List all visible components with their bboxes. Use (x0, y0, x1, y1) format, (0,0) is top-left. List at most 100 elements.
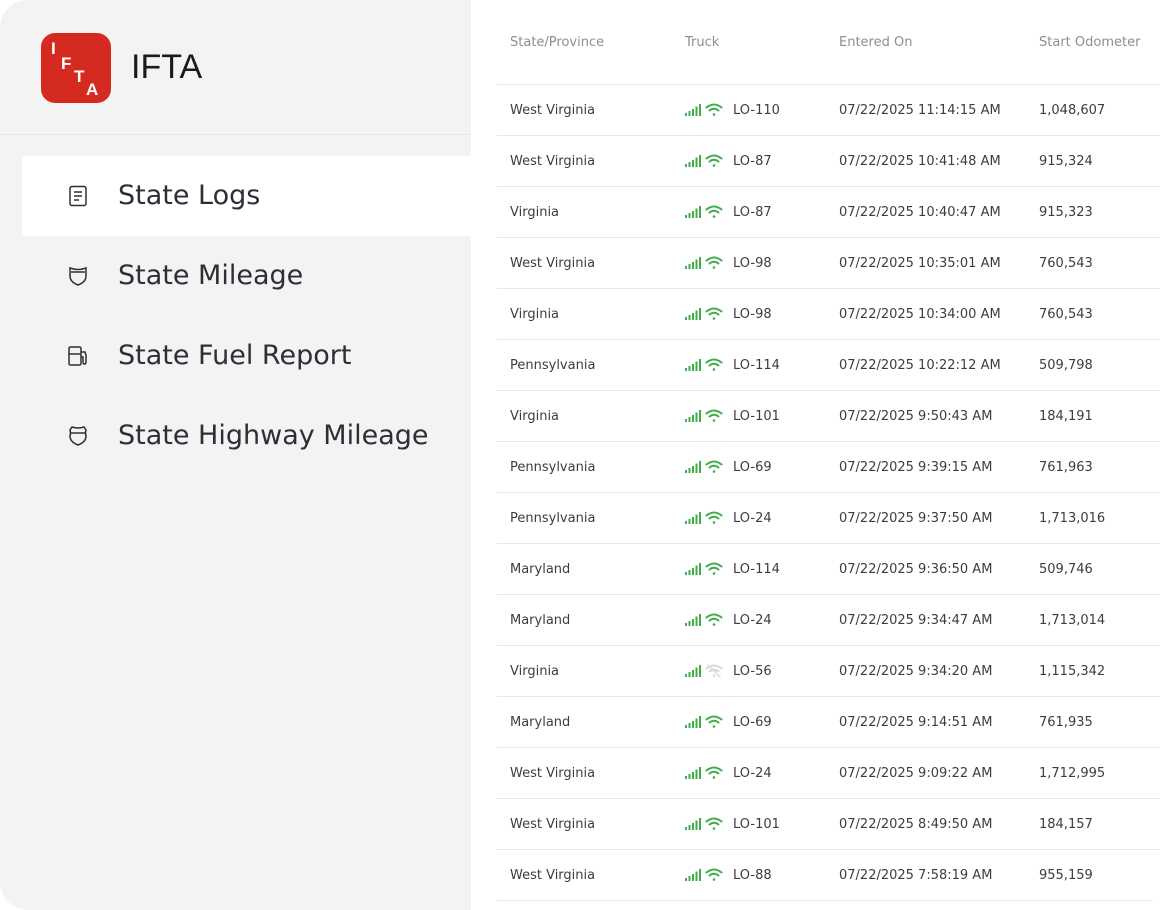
table-row[interactable]: West Virginia LO-98 07/22/2025 10:35:01 AM… (497, 237, 1160, 289)
signal-strength-icon (685, 614, 701, 626)
truck-id[interactable]: LO-56 (733, 664, 772, 679)
table-row[interactable]: Maryland LO-69 07/22/2025 9:14:51 AM 761,93… (497, 696, 1160, 748)
cell-start-odometer: 760,543 (1026, 237, 1160, 289)
cell-entered-on: 07/22/2025 9:14:51 AM (826, 696, 1026, 748)
table-row[interactable]: West Virginia LO-101 07/22/2025 8:49:50 AM… (497, 798, 1160, 850)
truck-id[interactable]: LO-87 (733, 154, 772, 169)
wifi-icon (705, 103, 723, 116)
table-row[interactable]: Maryland LO-114 07/22/2025 9:36:50 AM 509,7… (497, 543, 1160, 595)
cell-state: Pennsylvania (497, 492, 672, 544)
table-row[interactable]: Pennsylvania LO-24 07/22/2025 9:37:50 AM 1,… (497, 492, 1160, 544)
truck-id[interactable]: LO-69 (733, 715, 772, 730)
truck-id[interactable]: LO-88 (733, 868, 772, 883)
truck-id[interactable]: LO-114 (733, 358, 780, 373)
truck-id[interactable]: LO-87 (733, 205, 772, 220)
cell-truck: LO-87 (672, 135, 826, 187)
sidebar-item-state-mileage[interactable]: State Mileage (22, 236, 471, 316)
sidebar: I F T A IFTA State Logs State Mileage St… (0, 0, 471, 910)
signal-strength-icon (685, 104, 701, 116)
cell-start-odometer: 1,115,342 (1026, 645, 1160, 697)
signal-strength-icon (685, 512, 701, 524)
wifi-icon (705, 817, 723, 830)
cell-entered-on: 07/22/2025 9:39:15 AM (826, 441, 1026, 493)
table-row[interactable]: Maryland LO-24 07/22/2025 9:34:47 AM 1,713,… (497, 594, 1160, 646)
wifi-icon (705, 460, 723, 473)
logo-letter: T (74, 67, 85, 86)
cell-state: West Virginia (497, 798, 672, 850)
wifi-icon (705, 766, 723, 779)
cell-entered-on: 07/22/2025 7:58:19 AM (826, 849, 1026, 901)
wifi-icon (705, 358, 723, 371)
highway-shield-icon (69, 426, 87, 446)
state-logs-table: State/Province Truck Entered On Start Od… (497, 0, 1160, 901)
signal-strength-icon (685, 767, 701, 779)
truck-id[interactable]: LO-101 (733, 409, 780, 424)
truck-id[interactable]: LO-98 (733, 307, 772, 322)
table-row[interactable]: Virginia LO-56 07/22/2025 9:34:20 AM 1,115,… (497, 645, 1160, 697)
signal-strength-icon (685, 818, 701, 830)
app-title: IFTA (131, 48, 203, 86)
table-row[interactable]: Virginia LO-101 07/22/2025 9:50:43 AM 184,1… (497, 390, 1160, 442)
table-row[interactable]: West Virginia LO-88 07/22/2025 7:58:19 AM 9… (497, 849, 1160, 901)
truck-id[interactable]: LO-24 (733, 511, 772, 526)
shield-icon (69, 266, 87, 286)
column-header-state[interactable]: State/Province (497, 0, 672, 85)
signal-strength-icon (685, 665, 701, 677)
sidebar-nav: State Logs State Mileage State Fuel Repo… (22, 156, 471, 476)
cell-state: Pennsylvania (497, 441, 672, 493)
cell-truck: LO-24 (672, 492, 826, 544)
column-header-entered-on[interactable]: Entered On (826, 0, 1026, 85)
column-header-start-odometer[interactable]: Start Odometer (1026, 0, 1160, 85)
table-row[interactable]: West Virginia LO-24 07/22/2025 9:09:22 AM 1… (497, 747, 1160, 799)
signal-strength-icon (685, 206, 701, 218)
table-header-row: State/Province Truck Entered On Start Od… (497, 0, 1160, 85)
cell-state: West Virginia (497, 849, 672, 901)
table-row[interactable]: Pennsylvania LO-69 07/22/2025 9:39:15 AM 76… (497, 441, 1160, 493)
column-header-truck[interactable]: Truck (672, 0, 826, 85)
wifi-icon (705, 154, 723, 167)
signal-strength-icon (685, 869, 701, 881)
truck-id[interactable]: LO-24 (733, 613, 772, 628)
table-row[interactable]: West Virginia LO-87 07/22/2025 10:41:48 AM… (497, 135, 1160, 187)
cell-state: Virginia (497, 186, 672, 238)
wifi-icon (705, 613, 723, 626)
signal-strength-icon (685, 410, 701, 422)
ifta-logo: I F T A (41, 33, 111, 103)
signal-strength-icon (685, 563, 701, 575)
truck-id[interactable]: LO-69 (733, 460, 772, 475)
sidebar-item-state-fuel-report[interactable]: State Fuel Report (22, 316, 471, 396)
cell-state: Pennsylvania (497, 339, 672, 391)
cell-truck: LO-114 (672, 543, 826, 595)
cell-state: Virginia (497, 390, 672, 442)
cell-truck: LO-24 (672, 594, 826, 646)
truck-id[interactable]: LO-98 (733, 256, 772, 271)
cell-truck: LO-87 (672, 186, 826, 238)
cell-state: Virginia (497, 645, 672, 697)
cell-entered-on: 07/22/2025 11:14:15 AM (826, 84, 1026, 136)
table-row[interactable]: Virginia LO-87 07/22/2025 10:40:47 AM 915,3… (497, 186, 1160, 238)
wifi-icon (705, 868, 723, 881)
table-row[interactable]: Virginia LO-98 07/22/2025 10:34:00 AM 760,5… (497, 288, 1160, 340)
table-row[interactable]: Pennsylvania LO-114 07/22/2025 10:22:12 AM… (497, 339, 1160, 391)
sidebar-item-label: State Fuel Report (118, 340, 352, 371)
signal-strength-icon (685, 308, 701, 320)
truck-id[interactable]: LO-114 (733, 562, 780, 577)
cell-state: West Virginia (497, 237, 672, 289)
cell-state: West Virginia (497, 84, 672, 136)
cell-start-odometer: 184,191 (1026, 390, 1160, 442)
cell-entered-on: 07/22/2025 10:41:48 AM (826, 135, 1026, 187)
cell-truck: LO-101 (672, 390, 826, 442)
wifi-icon (705, 307, 723, 320)
table-row[interactable]: West Virginia LO-110 07/22/2025 11:14:15 A… (497, 84, 1160, 136)
sidebar-item-label: State Mileage (118, 260, 304, 291)
fuel-pump-icon (68, 346, 87, 366)
truck-id[interactable]: LO-110 (733, 103, 780, 118)
cell-truck: LO-88 (672, 849, 826, 901)
sidebar-item-state-highway-mileage[interactable]: State Highway Mileage (22, 396, 471, 476)
truck-id[interactable]: LO-101 (733, 817, 780, 832)
table-body: West Virginia LO-110 07/22/2025 11:14:15 A… (497, 84, 1160, 901)
wifi-icon (705, 511, 723, 524)
truck-id[interactable]: LO-24 (733, 766, 772, 781)
cell-entered-on: 07/22/2025 9:34:20 AM (826, 645, 1026, 697)
sidebar-item-state-logs[interactable]: State Logs (22, 156, 471, 236)
